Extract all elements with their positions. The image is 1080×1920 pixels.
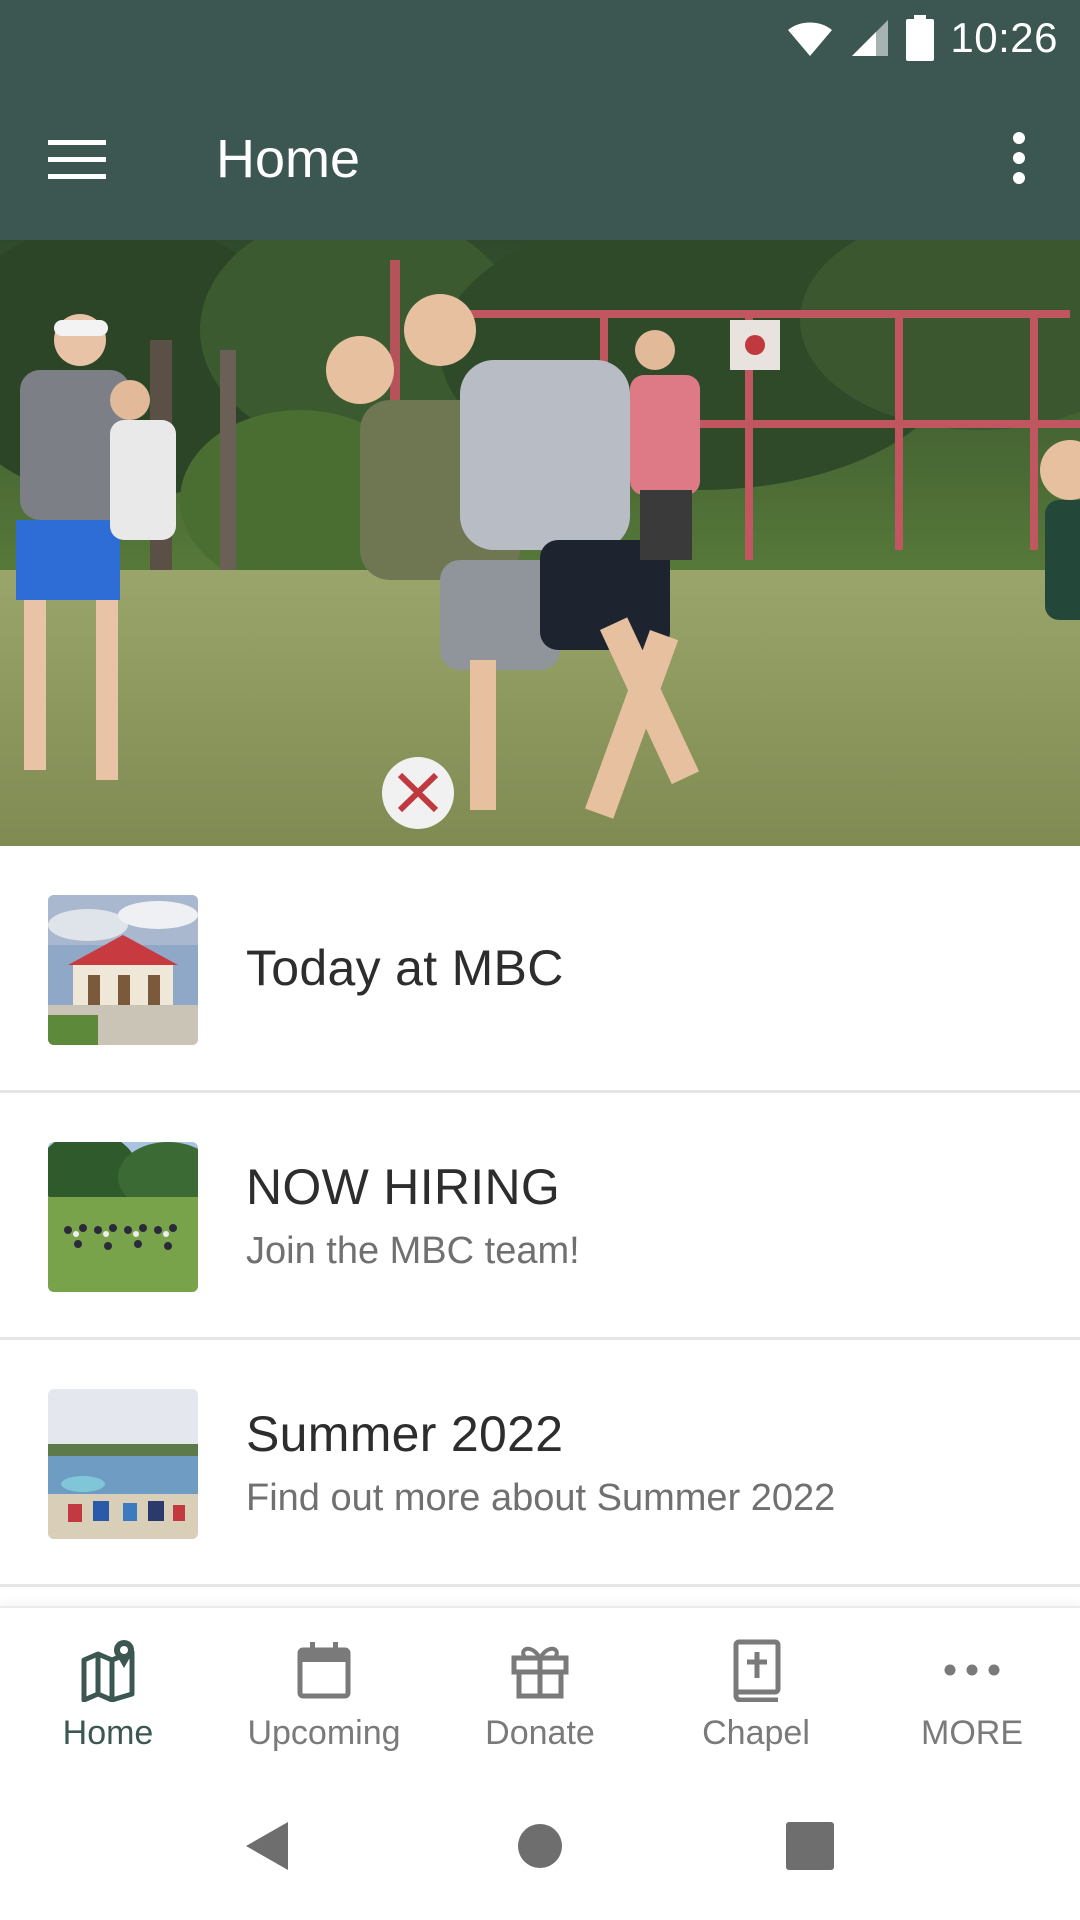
battery-icon: [906, 15, 935, 61]
calendar-icon: [297, 1642, 351, 1699]
nav-label: Home: [62, 1714, 154, 1752]
list-item-title: Summer 2022: [246, 1405, 564, 1462]
nav-item-chapel[interactable]: Chapel: [648, 1608, 864, 1776]
nav-label: MORE: [921, 1714, 1023, 1752]
carousel-slide-image: [0, 240, 1080, 846]
list-item-now-hiring[interactable]: NOW HIRING Join the MBC team!: [0, 1093, 1080, 1340]
home-circle-icon: [518, 1824, 562, 1868]
status-icons: 10:26: [786, 10, 1058, 66]
page-title: Home: [216, 129, 361, 189]
thumbnail-image: [48, 895, 198, 1045]
system-back-button[interactable]: [236, 1814, 300, 1878]
more-horizontal-icon: [944, 1664, 1000, 1676]
bible-icon: [733, 1639, 781, 1702]
nav-label: Upcoming: [247, 1714, 401, 1752]
status-bar: 10:26: [0, 0, 1080, 76]
nav-label: Donate: [485, 1714, 595, 1752]
hamburger-menu-icon: [48, 140, 106, 179]
hero-carousel[interactable]: [0, 240, 1080, 846]
gift-icon: [511, 1646, 569, 1699]
nav-item-donate[interactable]: Donate: [432, 1608, 648, 1776]
status-time: 10:26: [950, 14, 1058, 61]
thumbnail-image: [48, 1142, 198, 1292]
wifi-icon: [788, 22, 833, 56]
list-item-subtitle: Join the MBC team!: [246, 1229, 580, 1272]
recents-square-icon: [786, 1822, 834, 1870]
thumbnail-image: [48, 1389, 198, 1539]
nav-label: Chapel: [702, 1714, 810, 1752]
list-item-summer-2022[interactable]: Summer 2022 Find out more about Summer 2…: [0, 1340, 1080, 1587]
more-vertical-icon: [1013, 132, 1025, 184]
bottom-navigation: Home Upcoming Donate Chapel MORE: [0, 1606, 1080, 1776]
nav-item-home[interactable]: Home: [0, 1608, 216, 1776]
list-item-today-at-mbc[interactable]: Today at MBC: [0, 846, 1080, 1093]
overflow-menu-button[interactable]: [994, 126, 1044, 192]
menu-button[interactable]: [46, 126, 112, 192]
list-item-text: Summer 2022 Find out more about Summer 2…: [246, 1340, 835, 1584]
list-item-subtitle: Find out more about Summer 2022: [246, 1476, 836, 1519]
list-item-text: Today at MBC: [246, 846, 564, 1090]
cellular-signal-icon: [852, 20, 889, 56]
app-bar: Home: [0, 76, 1080, 240]
list-item-title: NOW HIRING: [246, 1158, 561, 1215]
nav-item-upcoming[interactable]: Upcoming: [216, 1608, 432, 1776]
system-home-button[interactable]: [508, 1814, 572, 1878]
nav-item-more[interactable]: MORE: [864, 1608, 1080, 1776]
map-pin-icon: [81, 1640, 135, 1702]
system-navigation-bar: [0, 1774, 1080, 1920]
list-item-text: NOW HIRING Join the MBC team!: [246, 1093, 580, 1337]
list-item-title: Today at MBC: [246, 940, 564, 996]
content-list: Today at MBC NOW HIRING Join the MBC tea…: [0, 846, 1080, 1587]
system-recents-button[interactable]: [778, 1814, 842, 1878]
back-triangle-icon: [246, 1822, 288, 1870]
